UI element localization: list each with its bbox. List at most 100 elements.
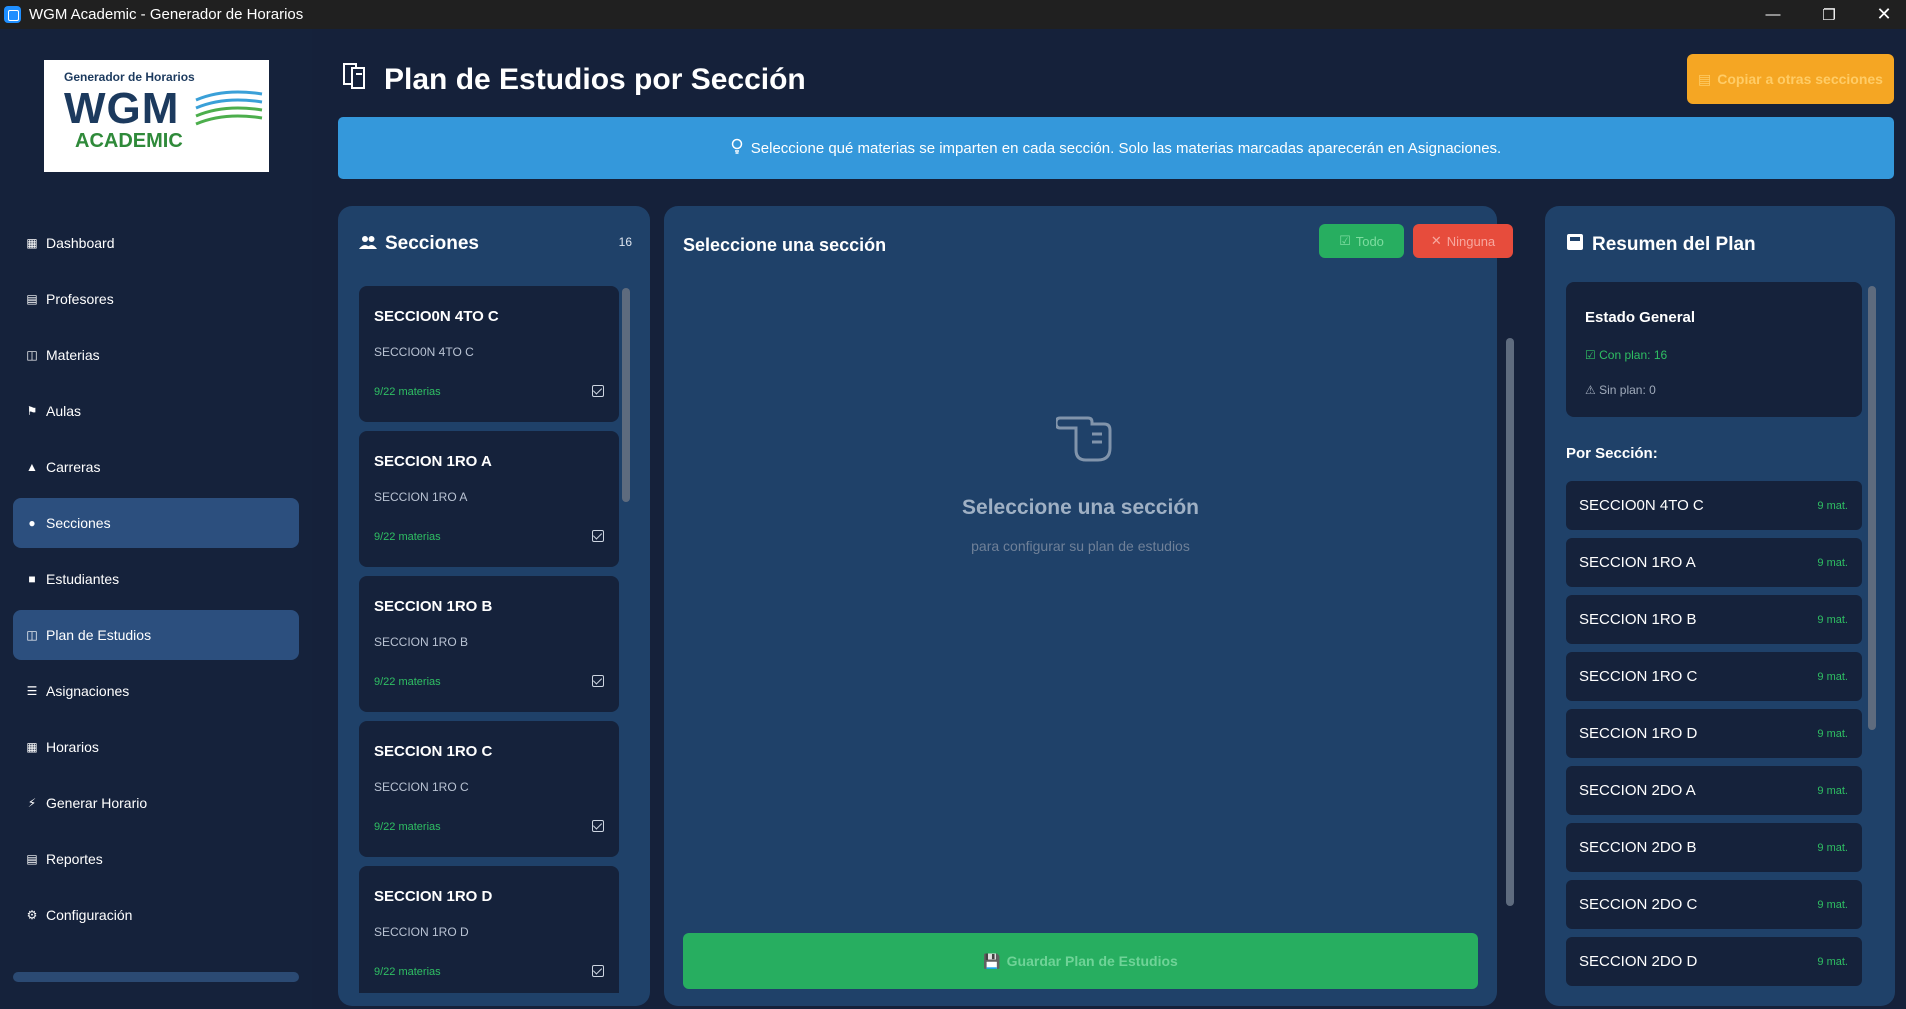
select-all-button[interactable]: ☑ Todo [1319, 224, 1404, 258]
summary-section-count: 9 mat. [1817, 613, 1848, 626]
teacher-icon: ▤ [26, 292, 38, 306]
editor-scrollbar[interactable] [1506, 338, 1514, 906]
section-subject-count: 9/22 materias [374, 386, 441, 398]
summary-section-name: SECCIO0N 4TO C [1579, 497, 1704, 514]
plan-editor-panel: Seleccione una sección ☑ Todo ✕ Ninguna … [664, 206, 1514, 1006]
summary-section-count: 9 mat. [1817, 499, 1848, 512]
users-icon: ● [28, 516, 36, 530]
without-plan-status: ⚠ Sin plan: 0 [1585, 383, 1656, 397]
restore-button[interactable]: ❐ [1801, 0, 1857, 29]
summary-section-count: 9 mat. [1817, 955, 1848, 968]
sidebar-item-label: Profesores [46, 291, 114, 307]
sidebar-item-materias[interactable]: ◫ Materias [13, 330, 299, 380]
section-subtitle: SECCIO0N 4TO C [374, 345, 474, 359]
sidebar-item-generar-horario[interactable]: ⚡ Generar Horario [13, 778, 299, 828]
section-subject-count: 9/22 materias [374, 966, 441, 978]
sidebar-item-label: Plan de Estudios [46, 627, 152, 643]
section-card[interactable]: SECCION 1RO A SECCION 1RO A 9/22 materias [359, 431, 619, 567]
title-bar: WGM Academic - Generador de Horarios — ❐… [0, 0, 1906, 29]
summary-section-item[interactable]: SECCION 1RO B 9 mat. [1566, 595, 1862, 644]
books-icon [342, 62, 372, 98]
sidebar-item-label: Carreras [46, 459, 101, 475]
section-subtitle: SECCION 1RO C [374, 780, 469, 794]
summary-section-name: SECCION 1RO D [1579, 725, 1698, 742]
window-title: WGM Academic - Generador de Horarios [29, 6, 304, 23]
sidebar-item-plan-de-estudios[interactable]: ◫ Plan de Estudios [13, 610, 299, 660]
student-icon: ■ [28, 572, 36, 586]
minimize-button[interactable]: — [1745, 0, 1801, 29]
section-subtitle: SECCION 1RO D [374, 925, 469, 939]
select-none-button[interactable]: ✕ Ninguna [1413, 224, 1513, 258]
sidebar: Generador de Horarios WGM ACADEMIC ▦ Dash… [0, 29, 312, 1009]
section-list-scrollbar[interactable] [622, 288, 630, 502]
section-card[interactable]: SECCIO0N 4TO C SECCIO0N 4TO C 9/22 materia… [359, 286, 619, 422]
summary-section-name: SECCION 2DO C [1579, 896, 1698, 913]
select-none-label: Ninguna [1446, 233, 1496, 249]
save-icon: 💾 [983, 952, 1001, 969]
summary-section-item[interactable]: SECCION 2DO C 9 mat. [1566, 880, 1862, 929]
section-subject-count: 9/22 materias [374, 531, 441, 543]
with-plan-status: ☑ Con plan: 16 [1585, 348, 1667, 362]
summary-section-item[interactable]: SECCION 1RO A 9 mat. [1566, 538, 1862, 587]
section-card[interactable]: SECCION 1RO B SECCION 1RO B 9/22 materias [359, 576, 619, 712]
summary-section-count: 9 mat. [1817, 898, 1848, 911]
summary-section-name: SECCION 2DO A [1579, 782, 1696, 799]
section-subtitle: SECCION 1RO A [374, 490, 468, 504]
school-icon: ⚑ [26, 404, 38, 418]
summary-section-item[interactable]: SECCION 1RO D 9 mat. [1566, 709, 1862, 758]
editor-title: Seleccione una sección [683, 235, 887, 255]
sidebar-item-configuración[interactable]: ⚙ Configuración [13, 890, 299, 940]
check-square-icon [592, 530, 604, 542]
logo-tagline: Generador de Horarios [64, 70, 195, 84]
general-status-title: Estado General [1585, 309, 1696, 326]
summary-section-item[interactable]: SECCIO0N 4TO C 9 mat. [1566, 481, 1862, 530]
sidebar-item-dashboard[interactable]: ▦ Dashboard [13, 218, 299, 268]
sidebar-item-label: Configuración [46, 907, 133, 923]
sidebar-item-carreras[interactable]: ▲ Carreras [13, 442, 299, 492]
sidebar-item-reportes[interactable]: ▤ Reportes [13, 834, 299, 884]
users-icon [359, 233, 377, 255]
summary-section-name: SECCION 2DO B [1579, 839, 1697, 856]
save-plan-button[interactable]: 💾 Guardar Plan de Estudios [683, 933, 1478, 989]
section-subtitle: SECCION 1RO B [374, 635, 469, 649]
sidebar-item-estudiantes[interactable]: ■ Estudiantes [13, 554, 299, 604]
summary-section-name: SECCION 1RO B [1579, 611, 1697, 628]
summary-section-item[interactable]: SECCION 1RO C 9 mat. [1566, 652, 1862, 701]
sidebar-scrollbar[interactable] [13, 972, 299, 982]
summary-section-name: SECCION 1RO C [1579, 668, 1698, 685]
lightbulb-icon [731, 138, 743, 158]
sections-count: 16 [618, 235, 632, 249]
save-plan-label: Guardar Plan de Estudios [1006, 953, 1178, 969]
bolt-icon: ⚡ [27, 796, 37, 810]
page-title: Plan de Estudios por Sección [342, 62, 806, 98]
sidebar-item-aulas[interactable]: ⚑ Aulas [13, 386, 299, 436]
sidebar-item-label: Aulas [46, 403, 82, 419]
sidebar-item-asignaciones[interactable]: ☰ Asignaciones [13, 666, 299, 716]
check-square-icon: ☑ [1585, 348, 1596, 362]
dashboard-icon: ▦ [26, 236, 38, 250]
close-button[interactable]: ✕ [1856, 0, 1906, 29]
sidebar-item-profesores[interactable]: ▤ Profesores [13, 274, 299, 324]
sidebar-item-horarios[interactable]: ▦ Horarios [13, 722, 299, 772]
sidebar-item-label: Estudiantes [46, 571, 120, 587]
without-plan-text: Sin plan: 0 [1599, 383, 1656, 397]
sidebar-item-label: Asignaciones [46, 683, 130, 699]
sections-title: Secciones [359, 233, 479, 255]
section-name: SECCION 1RO C [374, 743, 493, 760]
sidebar-item-label: Secciones [46, 515, 111, 531]
summary-scrollbar[interactable] [1868, 286, 1876, 730]
summary-section-item[interactable]: SECCION 2DO A 9 mat. [1566, 766, 1862, 815]
sidebar-item-secciones[interactable]: ● Secciones [13, 498, 299, 548]
summary-section-count: 9 mat. [1817, 784, 1848, 797]
copy-to-sections-button[interactable]: ▤ Copiar a otras secciones [1687, 54, 1894, 104]
section-card[interactable]: SECCION 1RO C SECCION 1RO C 9/22 materias [359, 721, 619, 857]
section-card[interactable]: SECCION 1RO D SECCION 1RO D 9/22 materias [359, 866, 619, 993]
copy-button-label: Copiar a otras secciones [1717, 71, 1883, 87]
graduation-cap-icon: ▲ [26, 460, 38, 474]
summary-section-item[interactable]: SECCION 2DO D 9 mat. [1566, 937, 1862, 986]
clipboard-icon [1566, 233, 1584, 257]
summary-section-count: 9 mat. [1817, 670, 1848, 683]
sidebar-nav: ▦ Dashboard ▤ Profesores ◫ Materias ⚑ Aulas ▲ Car… [13, 218, 299, 946]
summary-section-item[interactable]: SECCION 2DO B 9 mat. [1566, 823, 1862, 872]
warning-icon: ⚠ [1585, 383, 1596, 397]
